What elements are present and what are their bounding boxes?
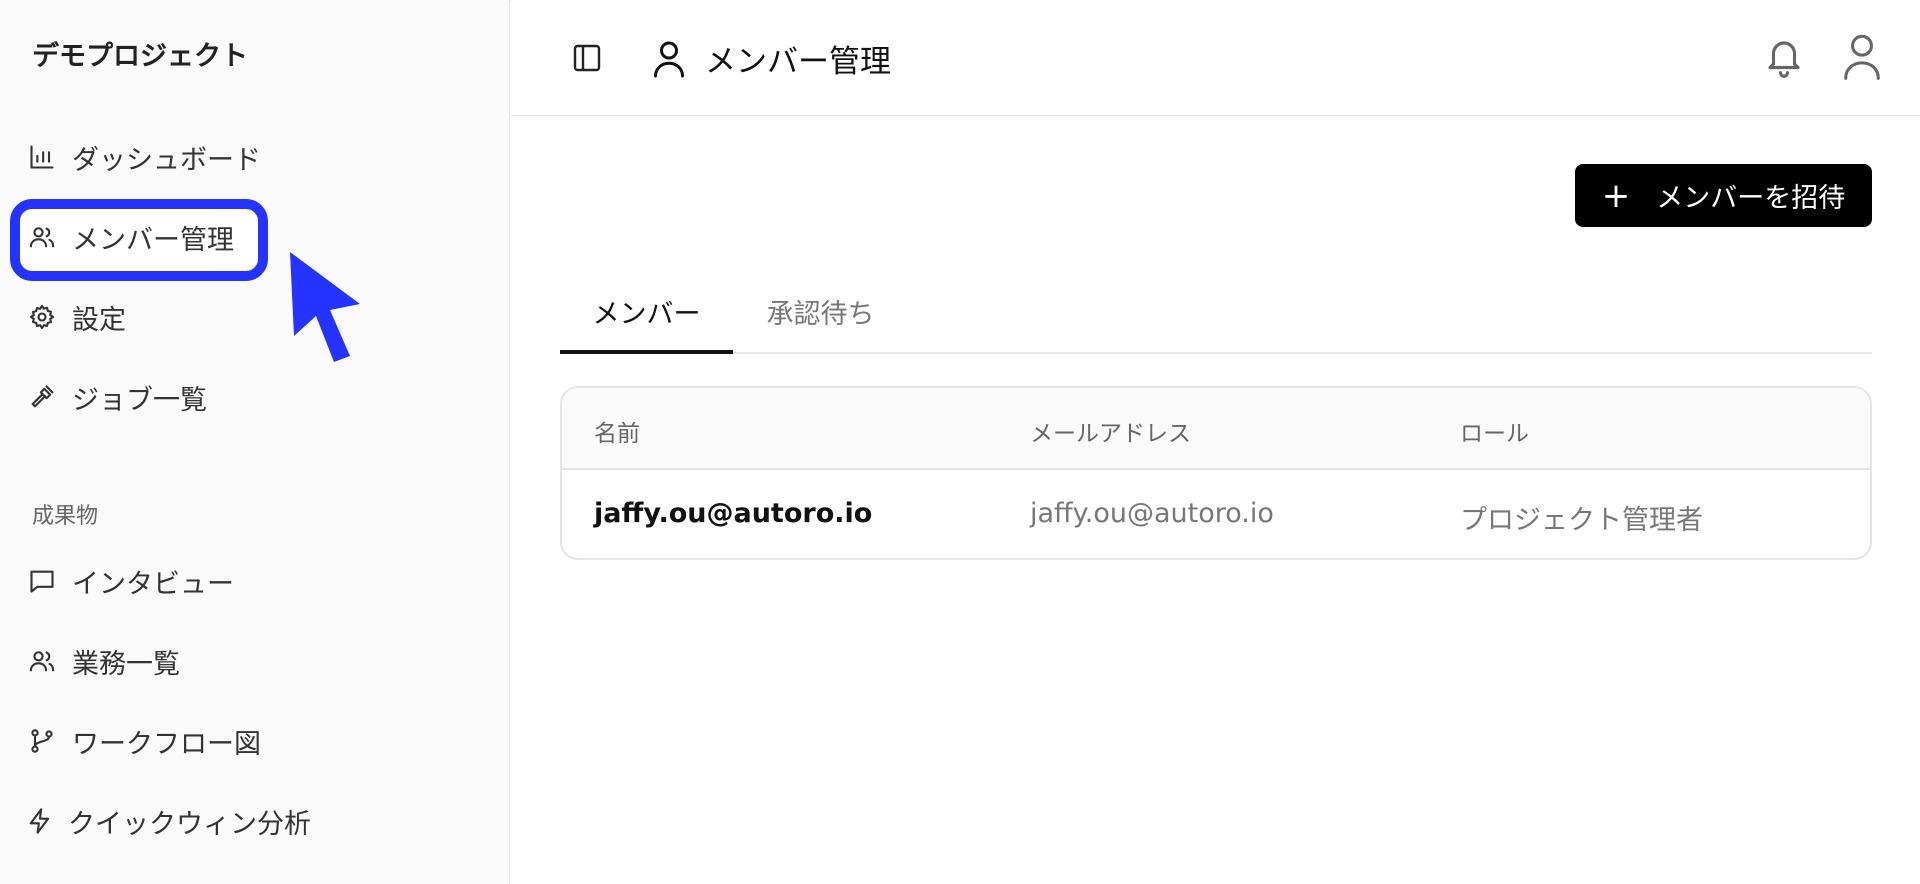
bar-chart-icon (26, 141, 58, 173)
sidebar-item-label: ダッシュボード (72, 144, 261, 176)
sidebar-item-members[interactable]: メンバー管理 (26, 209, 276, 265)
sidebar-item-label: 設定 (72, 304, 126, 336)
sidebar-item-settings[interactable]: 設定 (26, 289, 276, 345)
table-header: 名前 メールアドレス ロール (562, 388, 1870, 470)
sidebar-item-label: 業務一覧 (72, 648, 180, 680)
page-title: メンバー管理 (705, 44, 891, 80)
invite-member-label: メンバーを招待 (1656, 183, 1846, 214)
sidebar-item-interview[interactable]: インタビュー (26, 553, 276, 609)
sidebar-item-quick-win[interactable]: クイックウィン分析 (26, 793, 311, 849)
sidebar-toggle-icon[interactable] (571, 42, 603, 74)
project-title: デモプロジェクト (32, 41, 248, 72)
tabs: メンバー 承認待ち (560, 288, 1872, 354)
column-header-name: 名前 (594, 421, 640, 447)
sidebar-item-workflow[interactable]: ワークフロー図 (26, 713, 276, 769)
table-row[interactable]: jaffy.ou@autoro.io jaffy.ou@autoro.io プロ… (562, 470, 1870, 558)
cursor-arrow-icon (290, 252, 360, 362)
members-table: 名前 メールアドレス ロール jaffy.ou@autoro.io jaffy.… (560, 386, 1872, 560)
plus-icon: + (1601, 175, 1631, 216)
sidebar-item-dashboard[interactable]: ダッシュボード (26, 129, 276, 185)
sidebar-item-label: メンバー管理 (72, 224, 234, 256)
column-header-email: メールアドレス (1030, 421, 1191, 447)
tab-members[interactable]: メンバー (560, 288, 733, 354)
cell-email: jaffy.ou@autoro.io (1030, 498, 1274, 529)
lightning-icon (26, 805, 54, 837)
gear-icon (26, 301, 58, 333)
header: メンバー管理 (511, 0, 1920, 116)
user-icon (654, 41, 684, 78)
cell-name: jaffy.ou@autoro.io (594, 498, 873, 529)
hammer-icon (26, 381, 58, 413)
account-icon[interactable] (1841, 32, 1883, 80)
invite-member-button[interactable]: + メンバーを招待 (1575, 164, 1872, 227)
git-branch-icon (26, 725, 58, 757)
bell-icon[interactable] (1763, 34, 1805, 80)
users-icon (26, 221, 58, 253)
column-header-role: ロール (1460, 421, 1529, 447)
users-icon (26, 645, 58, 677)
sidebar-item-label: クイックウィン分析 (68, 808, 311, 840)
sidebar-item-business-list[interactable]: 業務一覧 (26, 633, 276, 689)
sidebar-item-label: ワークフロー図 (72, 728, 261, 760)
sidebar-item-jobs[interactable]: ジョブ一覧 (26, 369, 276, 425)
section-label-deliverables: 成果物 (32, 504, 99, 529)
tab-pending[interactable]: 承認待ち (733, 288, 908, 354)
cell-role: プロジェクト管理者 (1460, 505, 1703, 536)
sidebar: デモプロジェクト ダッシュボード メンバー管理 設定 ジョブ一覧 成果物 インタ… (0, 0, 510, 884)
chat-icon (26, 565, 58, 597)
sidebar-item-label: ジョブ一覧 (72, 384, 207, 416)
sidebar-item-label: インタビュー (72, 568, 234, 600)
